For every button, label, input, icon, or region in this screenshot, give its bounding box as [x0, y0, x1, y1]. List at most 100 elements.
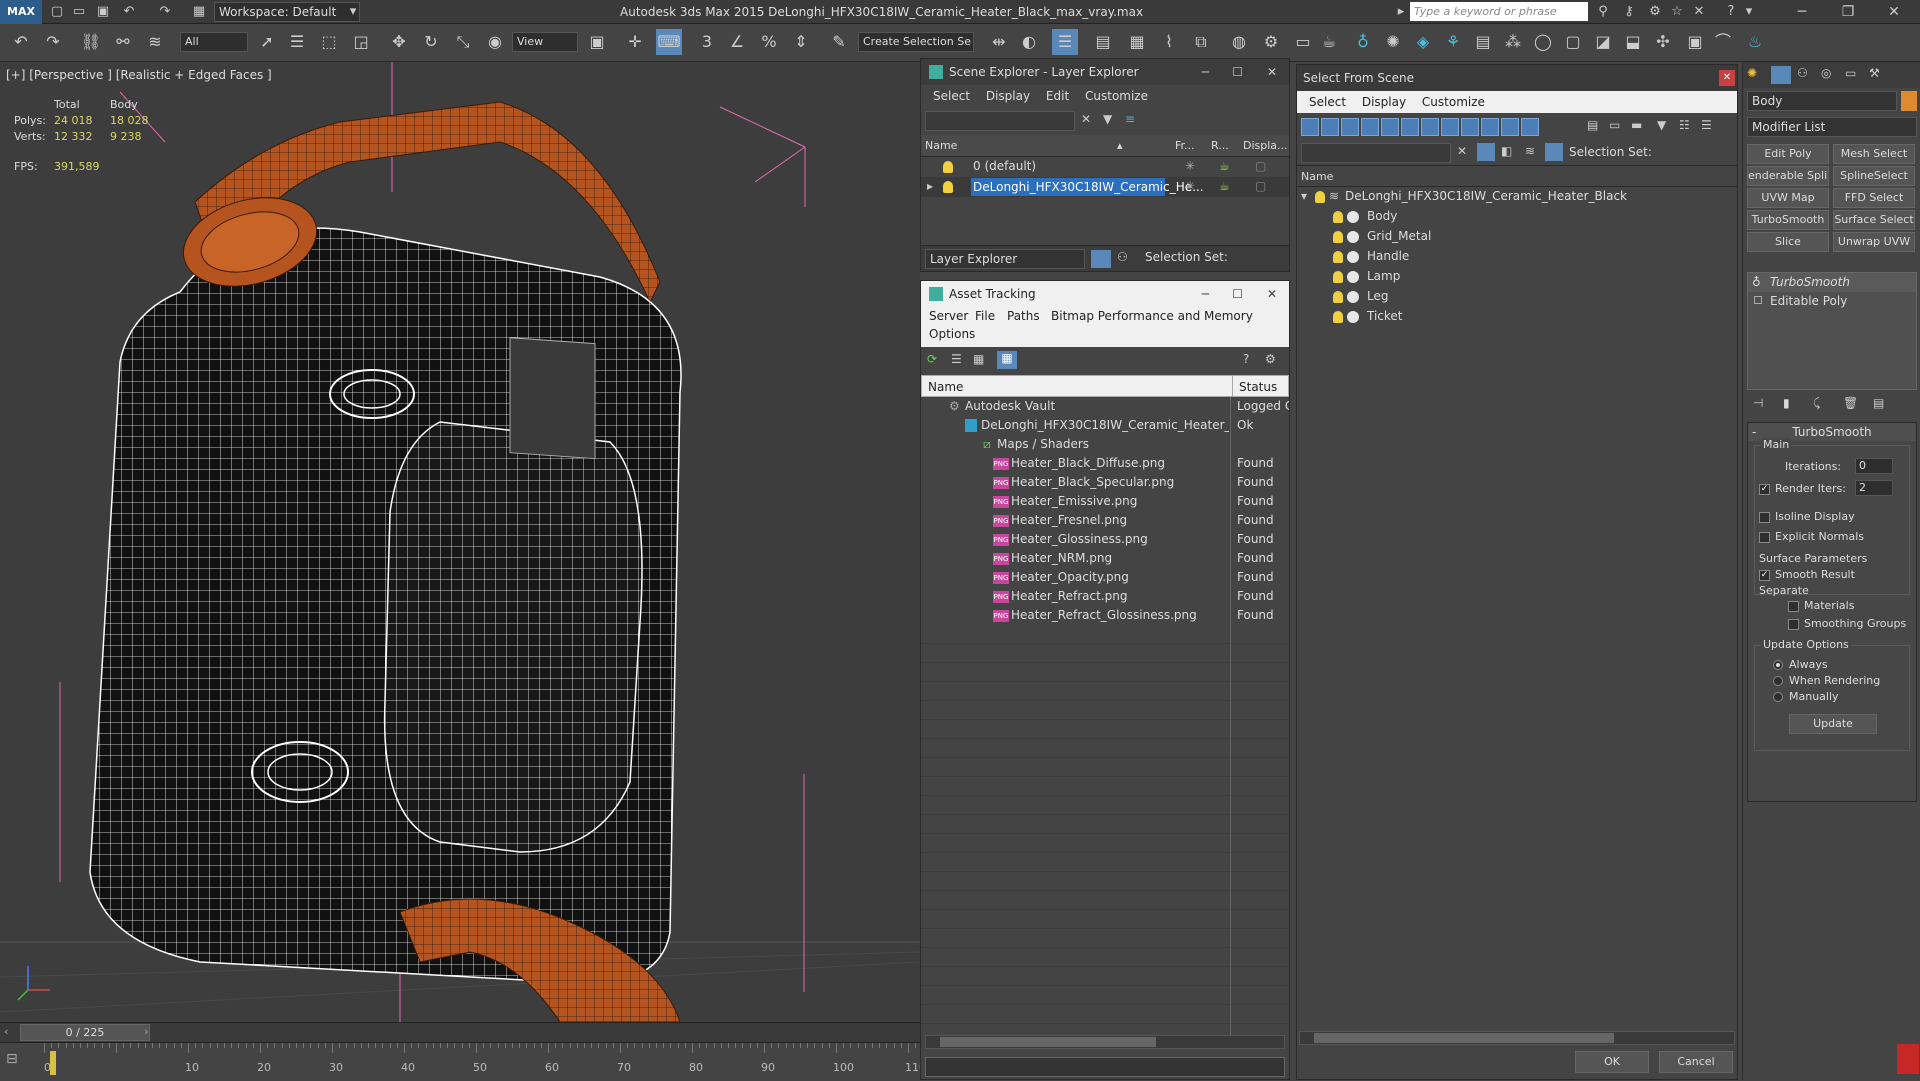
scene-explorer-titlebar[interactable]: Scene Explorer - Layer Explorer ─ ☐ ✕	[921, 59, 1289, 85]
maximize-icon[interactable]: ☐	[1232, 281, 1243, 307]
render-icon[interactable]: ☕	[1316, 29, 1342, 55]
named-selection-dropdown[interactable]: Create Selection Se	[858, 32, 974, 52]
light-bulb-icon[interactable]	[1333, 207, 1347, 226]
isoline-checkbox[interactable]	[1759, 511, 1770, 523]
search-input[interactable]: Type a keyword or phrase	[1410, 2, 1588, 21]
close-icon[interactable]: ✕	[1719, 70, 1735, 86]
menu-edit[interactable]: Edit	[1046, 89, 1069, 103]
expand-icon[interactable]: ▸	[927, 177, 933, 196]
next-frame-icon[interactable]: ›	[144, 1025, 156, 1038]
curve-editor-icon[interactable]: ⌇	[1156, 29, 1182, 55]
pin-stack-icon[interactable]: ⊣	[1753, 396, 1763, 410]
save-icon[interactable]: ▣	[94, 3, 112, 21]
ok-button[interactable]: OK	[1575, 1051, 1649, 1073]
find-input[interactable]	[1301, 143, 1451, 163]
proxy-icon[interactable]: ⚘	[1440, 29, 1466, 55]
selection-filter-dropdown[interactable]: All	[180, 32, 248, 52]
menu-display[interactable]: Display	[986, 89, 1030, 103]
object-color-swatch[interactable]	[1901, 91, 1917, 111]
modifier-list-dropdown[interactable]: Modifier List	[1747, 117, 1917, 137]
utilities-tab-icon[interactable]: ⚒	[1869, 66, 1880, 80]
communication-icon[interactable]: ✕	[1690, 3, 1708, 21]
pivot-icon[interactable]: ▣	[584, 29, 610, 55]
thumbnail-view-icon[interactable]: ▦	[973, 352, 984, 366]
show-end-result-icon[interactable]: ▮	[1783, 396, 1790, 410]
layers-icon[interactable]: ≋	[1525, 144, 1535, 158]
make-unique-icon[interactable]: ⤹	[1813, 396, 1820, 411]
modifier-button[interactable]: Unwrap UVW	[1833, 232, 1915, 252]
cancel-button[interactable]: Cancel	[1659, 1051, 1733, 1073]
select-manipulate-icon[interactable]: ✛	[622, 29, 648, 55]
menu-file[interactable]: File	[975, 309, 995, 323]
asset-tracking-titlebar[interactable]: Asset Tracking ─ ☐ ✕	[921, 281, 1289, 307]
modify-tab-icon[interactable]	[1771, 66, 1791, 84]
menu-customize[interactable]: Customize	[1422, 95, 1485, 109]
graphite-ribbon-icon[interactable]: ▦	[1124, 29, 1150, 55]
fur-icon[interactable]: ⁂	[1500, 29, 1526, 55]
rotate-icon[interactable]: ↻	[418, 29, 444, 55]
menu-display[interactable]: Display	[1362, 95, 1406, 109]
clear-icon[interactable]: ✕	[1457, 144, 1467, 158]
modifier-button[interactable]: Edit Poly	[1747, 144, 1829, 164]
asset-row-file[interactable]: DeLonghi_HFX30C18IW_Ceramic_Heater_Blac.…	[921, 416, 1289, 435]
undo-icon[interactable]: ↶	[8, 29, 34, 55]
chevron-down-icon[interactable]: ▾	[344, 3, 362, 21]
link-icon[interactable]: ⛓	[78, 29, 104, 55]
spinner-snap-icon[interactable]: ⇕	[788, 29, 814, 55]
collapse-icon[interactable]: -	[1752, 423, 1756, 441]
hierarchy-mode-icon[interactable]	[1545, 143, 1563, 161]
list-icon[interactable]: ☰	[1701, 118, 1712, 132]
window-crossing-icon[interactable]: ◲	[348, 29, 374, 55]
minimize-icon[interactable]: ─	[1782, 0, 1822, 24]
display-none-icon[interactable]: ▭	[1609, 118, 1620, 132]
schematic-view-icon[interactable]: ⧉	[1188, 29, 1214, 55]
collapse-icon[interactable]: ▾	[1301, 187, 1307, 206]
keyboard-shortcut-toggle-icon[interactable]: ⌨	[656, 29, 682, 55]
asset-row-map[interactable]: PNG Heater_NRM.png Found	[921, 549, 1289, 568]
render-teapot-icon[interactable]: ☕	[1219, 157, 1230, 176]
display-invert-icon[interactable]: ▬	[1631, 118, 1642, 132]
project-folder-icon[interactable]: ▦	[190, 3, 208, 21]
rendered-frame-window-icon[interactable]: ▭	[1290, 29, 1316, 55]
search-arrow-icon[interactable]: ▸	[1392, 3, 1410, 21]
redo-icon[interactable]: ↷	[40, 29, 66, 55]
menu-select[interactable]: Select	[933, 89, 970, 103]
toggle-scene-explorer-icon[interactable]: ☰	[1052, 29, 1078, 55]
asset-row-map[interactable]: PNG Heater_Glossiness.png Found	[921, 530, 1289, 549]
help-icon[interactable]: ?	[1722, 3, 1740, 21]
display-filter-icons[interactable]	[1301, 118, 1541, 136]
time-slider-thumb[interactable]: 0 / 225	[20, 1024, 150, 1041]
reference-coordinate-dropdown[interactable]: View	[512, 32, 578, 52]
sun-icon[interactable]: ✺	[1380, 29, 1406, 55]
asset-row-maps[interactable]: ⧄ Maps / Shaders	[921, 435, 1289, 454]
tree-item-ticket[interactable]: Ticket	[1297, 307, 1737, 327]
explicit-normals-checkbox[interactable]	[1759, 531, 1770, 543]
light-bulb-icon[interactable]	[1333, 307, 1347, 326]
ies-light-icon[interactable]: ⌒	[1710, 29, 1736, 55]
tree-item-grid-metal[interactable]: Grid_Metal	[1297, 227, 1737, 247]
asset-row-map[interactable]: PNG Heater_Opacity.png Found	[921, 568, 1289, 587]
render-iters-checkbox[interactable]: ✓	[1759, 483, 1770, 495]
modifier-button[interactable]: enderable Splir	[1747, 166, 1829, 186]
when-rendering-radio[interactable]	[1773, 676, 1783, 686]
mirror-icon[interactable]: ⇹	[986, 29, 1012, 55]
motion-tab-icon[interactable]: ◎	[1821, 66, 1831, 80]
stack-item-turbosmooth[interactable]: ♁ TurboSmooth	[1748, 273, 1916, 292]
col-status[interactable]: Status	[1232, 376, 1277, 398]
mesh-export-icon[interactable]: ⬓	[1620, 29, 1646, 55]
viewport-label[interactable]: [+] [Perspective ] [Realistic + Edged Fa…	[6, 68, 272, 82]
col-name[interactable]: Name	[928, 376, 963, 398]
render-iters-spinner[interactable]: 2	[1855, 480, 1893, 496]
layer-explorer-icon[interactable]: ▤	[1090, 29, 1116, 55]
display-icon[interactable]: ▢	[1255, 157, 1266, 176]
light-bulb-icon[interactable]	[1333, 247, 1347, 266]
asset-path-field[interactable]	[925, 1057, 1285, 1077]
scale-icon[interactable]: ⤡	[450, 29, 476, 55]
col-freeze[interactable]: Fr...	[1175, 135, 1195, 157]
freeze-icon[interactable]: ✳	[1185, 157, 1195, 176]
light-bulb-icon[interactable]	[1315, 187, 1329, 206]
bind-space-warp-icon[interactable]: ≋	[142, 29, 168, 55]
add-layer-icon[interactable]: ≡	[1125, 112, 1135, 126]
smooth-result-checkbox[interactable]: ✓	[1759, 569, 1770, 581]
asset-row-map[interactable]: PNG Heater_Black_Diffuse.png Found	[921, 454, 1289, 473]
